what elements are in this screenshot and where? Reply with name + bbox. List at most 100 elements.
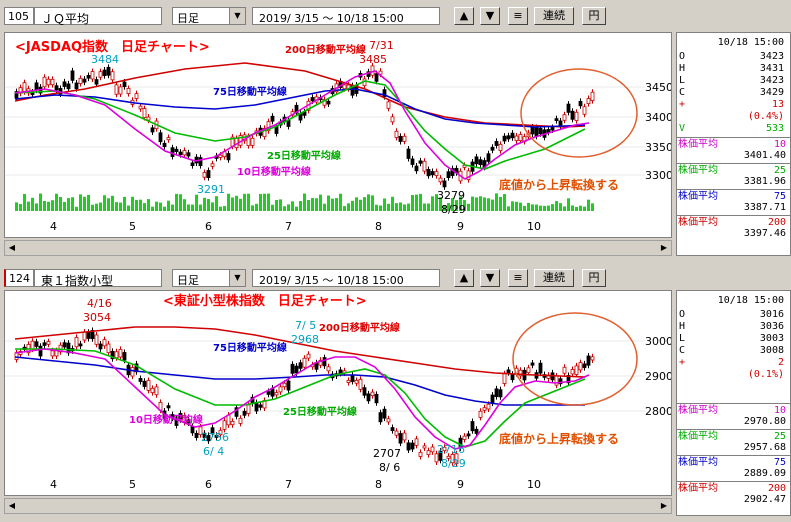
volume-bar <box>359 199 362 211</box>
code-input[interactable]: 124 <box>4 269 34 287</box>
volume-bar <box>111 195 114 211</box>
candle-body <box>14 352 19 360</box>
volume-bar <box>43 200 46 211</box>
chevron-down-icon[interactable]: ▼ <box>229 8 245 24</box>
up-button[interactable]: ▲ <box>454 269 474 287</box>
candle-body <box>578 362 583 371</box>
candle-body <box>166 405 171 409</box>
horizontal-scrollbar[interactable]: ◀ ▶ <box>4 240 672 256</box>
date-range-field[interactable]: 2019/ 3/15 ～ 10/18 15:00 <box>252 269 440 287</box>
candle-body <box>138 378 143 382</box>
down-button[interactable]: ▼ <box>480 7 500 25</box>
candle-body <box>238 417 243 424</box>
volume-bar <box>383 198 386 211</box>
candle-body <box>582 106 587 115</box>
volume-bar <box>339 193 342 211</box>
candle-body <box>506 135 511 140</box>
name-field[interactable]: ＪＱ平均 <box>34 7 162 26</box>
candle-body <box>146 380 151 391</box>
volume-bar <box>539 205 542 211</box>
candle-body <box>226 414 231 426</box>
candle-body <box>422 445 427 449</box>
candle-body <box>410 442 415 450</box>
candle-body <box>582 363 587 369</box>
scroll-left-icon[interactable]: ◀ <box>5 499 19 513</box>
menu-button[interactable]: ≡ <box>508 7 528 25</box>
low-value-label: 2756 <box>201 431 229 444</box>
volume-bar <box>391 196 394 211</box>
scroll-right-icon[interactable]: ▶ <box>657 499 671 513</box>
name-field[interactable]: 東１指数小型 <box>34 269 162 288</box>
up-button[interactable]: ▲ <box>454 7 474 25</box>
volume-bar <box>547 205 550 211</box>
price-chart[interactable]: <JASDAQ指数 日足チャート> 200日移動平均線 75日移動平均線 25日… <box>4 32 673 238</box>
candle-body <box>366 393 371 402</box>
volume-bar <box>75 206 78 211</box>
period-select[interactable]: 日足 ▼ <box>172 7 246 25</box>
continuous-button[interactable]: 連続 <box>534 7 574 25</box>
volume-bar <box>263 193 266 211</box>
candle-body <box>114 84 119 95</box>
close-row: C 3008 <box>679 345 784 356</box>
chart-canvas: <JASDAQ指数 日足チャート> 200日移動平均線 75日移動平均線 25日… <box>5 33 673 237</box>
candle-body <box>294 365 299 374</box>
code-input[interactable]: 105 <box>4 7 34 25</box>
volume-bar <box>507 206 510 211</box>
candle-body <box>250 137 255 146</box>
menu-button[interactable]: ≡ <box>508 269 528 287</box>
volume-bar <box>319 194 322 211</box>
candle-body <box>402 432 407 441</box>
scroll-left-icon[interactable]: ◀ <box>5 241 19 255</box>
candle-body <box>122 352 127 361</box>
candle-body <box>258 404 263 408</box>
low-row: L 3423 <box>679 75 784 86</box>
candle-body <box>422 160 427 172</box>
candle-body <box>498 143 503 151</box>
volume-bar <box>555 201 558 211</box>
volume-bar <box>323 203 326 211</box>
y-tick: 3300 <box>645 169 671 182</box>
candle-body <box>370 65 375 76</box>
candle-body <box>510 373 515 381</box>
candle-body <box>414 165 419 172</box>
volume-bar <box>535 204 538 211</box>
candle-body <box>50 350 55 357</box>
yen-button[interactable]: 円 <box>582 269 606 287</box>
volume-bar <box>255 203 258 211</box>
candle-body <box>486 153 491 162</box>
candle-body <box>374 73 379 82</box>
ma-label-25: 株価平均 25 <box>677 429 790 442</box>
ma-value-75: 3387.71 <box>743 202 786 213</box>
month-tick: 9 <box>457 220 464 233</box>
volume-bar <box>399 202 402 211</box>
datetime: 10/18 15:00 <box>717 295 784 306</box>
horizontal-scrollbar[interactable]: ◀ ▶ <box>4 498 672 514</box>
candle-body <box>530 126 535 135</box>
candle-body <box>82 78 87 83</box>
candle-body <box>486 403 491 410</box>
volume-bar <box>467 203 470 211</box>
candle-body <box>310 97 315 102</box>
candle-body <box>562 114 567 121</box>
period-select[interactable]: 日足 ▼ <box>172 269 246 287</box>
candle-body <box>390 116 395 123</box>
ma-value-10: 3401.40 <box>743 150 786 161</box>
down-button[interactable]: ▼ <box>480 269 500 287</box>
volume-bar <box>187 204 190 211</box>
volume-bar <box>579 205 582 211</box>
volume-bar <box>371 195 374 211</box>
candle-body <box>490 146 495 151</box>
candle-body <box>94 334 99 345</box>
bottom2-date-label: 8/29 <box>441 457 466 470</box>
chevron-down-icon[interactable]: ▼ <box>229 270 245 286</box>
price-chart[interactable]: <東証小型株指数 日足チャート> 200日移動平均線 75日移動平均線 25日移… <box>4 290 673 496</box>
scroll-right-icon[interactable]: ▶ <box>657 241 671 255</box>
volume-bar <box>591 203 594 211</box>
yen-button[interactable]: 円 <box>582 7 606 25</box>
candle-body <box>590 91 595 101</box>
date-range-field[interactable]: 2019/ 3/15 ～ 10/18 15:00 <box>252 7 440 25</box>
volume-bar <box>31 197 34 211</box>
volume-bar <box>567 198 570 211</box>
candle-body <box>426 169 431 177</box>
continuous-button[interactable]: 連続 <box>534 269 574 287</box>
